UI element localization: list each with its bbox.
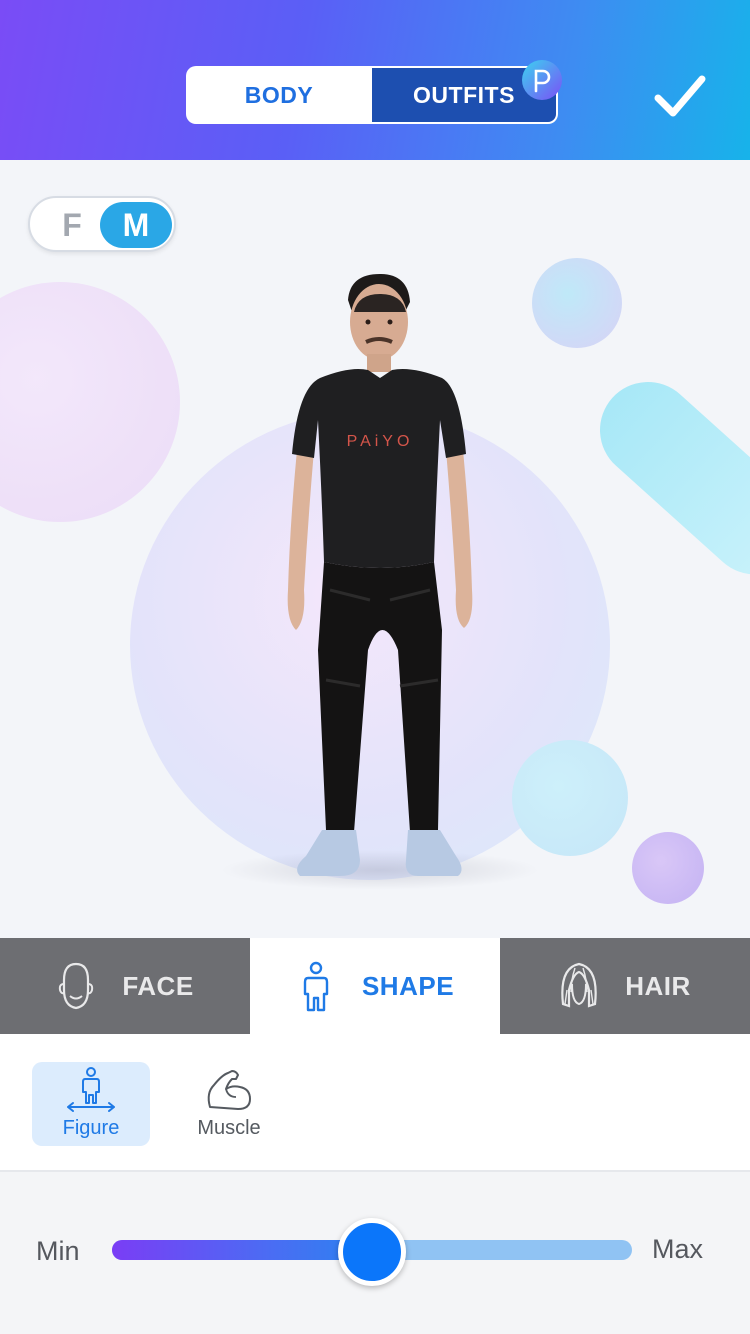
checkmark-icon[interactable]	[652, 70, 708, 122]
tab-face[interactable]: FACE	[0, 938, 250, 1034]
body-figure-icon	[303, 961, 329, 1012]
paiyo-p-icon	[522, 60, 562, 100]
tab-hair-label: HAIR	[625, 970, 691, 1001]
tab-hair[interactable]: HAIR	[500, 938, 750, 1034]
top-header: BODY OUTFITS	[0, 0, 750, 160]
shape-sub-options: Figure Muscle	[0, 1034, 750, 1172]
background-bubble	[632, 832, 704, 904]
slider-thumb[interactable]	[338, 1218, 406, 1286]
tab-shape[interactable]: SHAPE	[250, 938, 500, 1034]
tab-face-label: FACE	[122, 970, 194, 1001]
shirt-logo-text: PAiYO	[347, 433, 414, 450]
slider-max-label: Max	[652, 1234, 704, 1264]
background-bubble	[532, 258, 622, 348]
option-figure[interactable]: Figure	[32, 1062, 150, 1146]
shape-slider-area: Min Max	[0, 1172, 750, 1334]
option-figure-label: Figure	[62, 1117, 120, 1139]
avatar-figure[interactable]: PAiYO	[270, 270, 490, 890]
tab-shape-label: SHAPE	[361, 970, 455, 1001]
body-outfits-switch: BODY OUTFITS	[186, 66, 558, 124]
hair-icon	[561, 962, 597, 1008]
gender-toggle[interactable]: F M	[28, 196, 176, 252]
background-bubble	[0, 282, 180, 522]
avatar-stage: F M PAiYO	[0, 160, 750, 938]
slider-fill	[112, 1240, 372, 1260]
option-muscle-label: Muscle	[197, 1117, 261, 1139]
option-muscle[interactable]: Muscle	[170, 1062, 288, 1146]
background-pill	[580, 362, 750, 595]
tab-body[interactable]: BODY	[186, 66, 372, 124]
slider-min-label: Min	[36, 1236, 80, 1266]
figure-width-icon	[67, 1067, 115, 1112]
category-tabs: FACE SHAPE HAIR	[0, 938, 750, 1034]
flexed-bicep-icon	[207, 1070, 251, 1110]
gender-female-option[interactable]: F	[48, 206, 96, 244]
gender-male-option[interactable]: M	[100, 202, 172, 248]
background-bubble	[512, 740, 628, 856]
face-icon	[59, 962, 94, 1010]
